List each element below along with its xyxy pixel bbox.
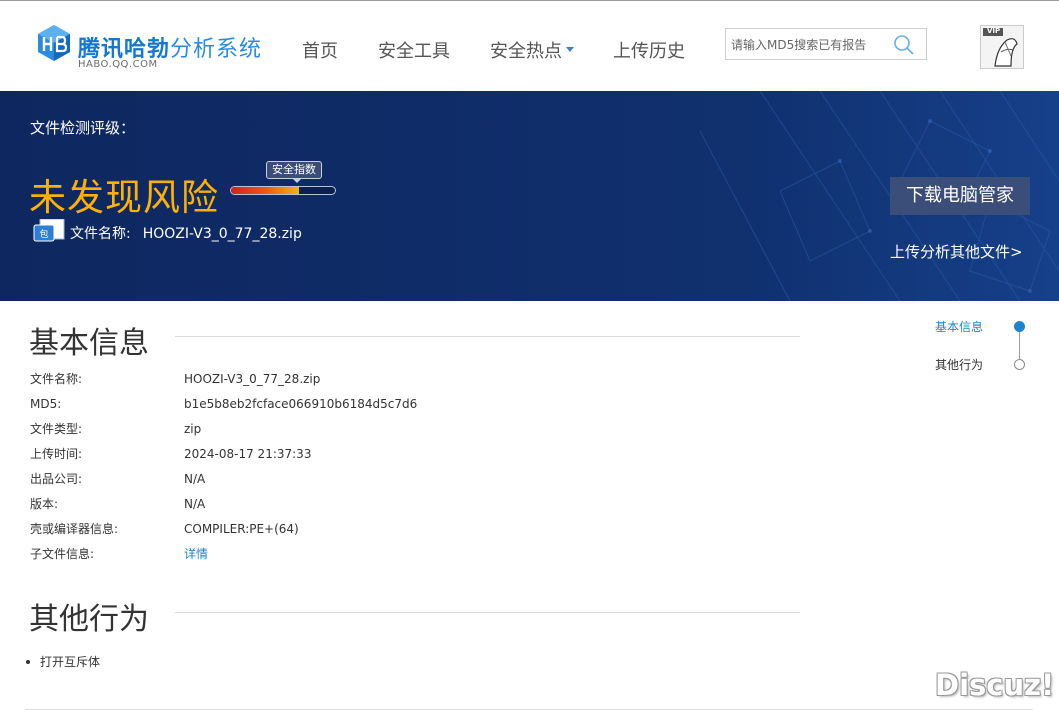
- brand-subtitle: HABO.QQ.COM: [78, 59, 158, 70]
- info-row: 上传时间: 2024-08-17 21:37:33: [30, 446, 730, 471]
- rating-label: 文件检测评级：: [30, 119, 136, 137]
- section-side-nav: 基本信息 其他行为: [910, 310, 1040, 390]
- info-value: zip: [184, 422, 202, 436]
- list-item: 打开互斥体: [26, 654, 100, 670]
- info-value: N/A: [184, 497, 206, 511]
- safety-meter: [230, 186, 336, 195]
- info-value: COMPILER:PE+(64): [184, 522, 299, 536]
- side-nav-other-behavior[interactable]: 其他行为: [935, 356, 983, 373]
- discuz-watermark: Discuz!: [935, 668, 1055, 702]
- other-behavior-title: 其他行为: [29, 602, 149, 637]
- file-name-value: HOOZI-V3_0_77_28.zip: [142, 226, 302, 242]
- active-dot-icon[interactable]: [1014, 321, 1025, 332]
- info-key: 版本:: [30, 497, 59, 511]
- info-row: MD5: b1e5b8eb2fcface066910b6184d5c7d6: [30, 396, 730, 421]
- info-value: b1e5b8eb2fcface066910b6184d5c7d6: [184, 397, 418, 411]
- info-key: MD5:: [30, 397, 62, 411]
- basic-info-divider: [175, 336, 800, 337]
- brand-title-light: 分析系统: [170, 37, 263, 62]
- safety-index-tooltip: 安全指数: [266, 161, 322, 183]
- info-row: 子文件信息: 详情: [30, 546, 730, 571]
- nav-home[interactable]: 首页: [302, 37, 338, 63]
- brand-logo[interactable]: 腾讯哈勃分析系统 HABO.QQ.COM: [34, 23, 274, 73]
- site-header: 腾讯哈勃分析系统 HABO.QQ.COM 首页 安全工具 安全热点 上传历史 V…: [0, 1, 1059, 91]
- search-box: [725, 28, 927, 60]
- info-key: 出品公司:: [30, 472, 83, 486]
- other-behavior-divider: [175, 612, 800, 613]
- nav-security-hotspots[interactable]: 安全热点: [490, 37, 574, 63]
- search-icon[interactable]: [892, 33, 916, 57]
- info-row: 出品公司: N/A: [30, 471, 730, 496]
- file-name-label: 文件名称:: [70, 226, 131, 242]
- nav-upload-history[interactable]: 上传历史: [613, 37, 685, 63]
- info-row: 文件类型: zip: [30, 421, 730, 446]
- user-avatar[interactable]: VIP: [980, 25, 1024, 69]
- side-nav-basic-info[interactable]: 基本信息: [935, 318, 983, 335]
- verdict-text: 未发现风险: [29, 176, 219, 219]
- info-key: 壳或编译器信息:: [30, 522, 119, 536]
- bottom-divider: [25, 709, 1033, 710]
- habo-logo-icon: [38, 25, 70, 61]
- file-name-row: 文件名称: HOOZI-V3_0_77_28.zip: [70, 223, 302, 243]
- info-key: 文件类型:: [30, 422, 83, 436]
- upload-other-file-link[interactable]: 上传分析其他文件>: [890, 241, 1023, 262]
- info-key: 子文件信息:: [30, 547, 95, 561]
- info-row: 壳或编译器信息: COMPILER:PE+(64): [30, 521, 730, 546]
- vip-badge: VIP: [987, 27, 1001, 35]
- chevron-down-icon: [566, 46, 574, 52]
- info-row: 文件名称: HOOZI-V3_0_77_28.zip: [30, 371, 730, 396]
- info-value: HOOZI-V3_0_77_28.zip: [184, 372, 321, 386]
- basic-info-table: 文件名称: HOOZI-V3_0_77_28.zip MD5: b1e5b8eb2f…: [30, 371, 730, 571]
- info-value: N/A: [184, 472, 206, 486]
- inactive-dot-icon[interactable]: [1014, 359, 1025, 370]
- sub-file-details-link[interactable]: 详情: [184, 546, 208, 562]
- nav-security-tools[interactable]: 安全工具: [378, 37, 450, 63]
- search-input[interactable]: [731, 35, 889, 55]
- info-key: 上传时间:: [30, 447, 83, 461]
- zip-file-icon: 包: [33, 219, 65, 242]
- info-value: 2024-08-17 21:37:33: [184, 447, 312, 461]
- nav-security-hotspots-label: 安全热点: [490, 41, 562, 62]
- result-banner: 文件检测评级： 未发现风险 安全指数 包 文件名称: HOOZI-V3_0_77_…: [0, 91, 1059, 301]
- behavior-list: 打开互斥体: [26, 654, 100, 670]
- info-row: 版本: N/A: [30, 496, 730, 521]
- safety-meter-fill: [231, 187, 299, 194]
- info-key: 文件名称:: [30, 372, 83, 386]
- basic-info-title: 基本信息: [29, 326, 149, 361]
- file-icon-glyph: 包: [39, 228, 48, 240]
- download-pc-manager-button[interactable]: 下载电脑管家: [890, 177, 1030, 215]
